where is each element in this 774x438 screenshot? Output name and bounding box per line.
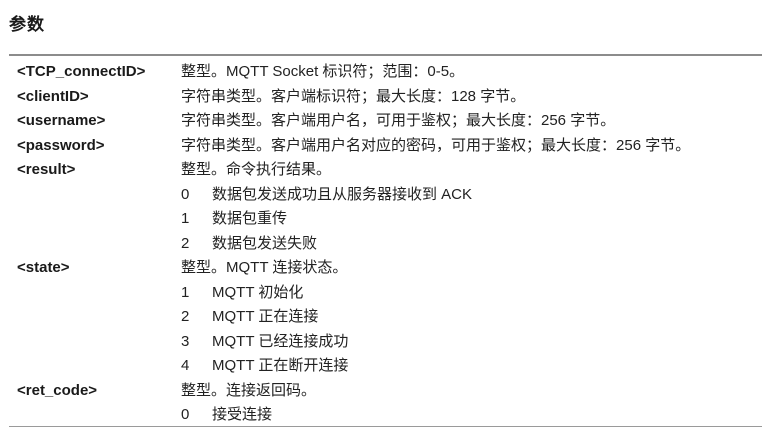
param-row-password: <password> 字符串类型。客户端用户名对应的密码，可用于鉴权；最大长度：… [0,134,774,159]
param-name: <state> [17,259,70,276]
value-code: 2 [181,234,190,252]
param-value-item: 0 数据包发送成功且从服务器接收到 ACK [181,183,774,208]
param-row-tcp-connectid: <TCP_connectID> 整型。MQTT Socket 标识符；范围：0-… [0,60,774,85]
value-text: MQTT 初始化 [212,283,304,301]
value-text: 数据包重传 [212,210,288,227]
param-value-item: 0 接受连接 [181,403,774,428]
param-row-username: <username> 字符串类型。客户端用户名，可用于鉴权；最大长度：256 字… [0,109,774,134]
value-code: 1 [181,210,190,227]
param-value-item: 2 数据包发送失败 [181,232,774,257]
param-value-item: 1 数据包重传 [181,207,774,232]
value-code: 2 [181,308,190,325]
section-title: 参数 [9,15,45,34]
param-value-item: 3 MQTT 已经连接成功 [181,330,774,355]
param-name: <clientID> [17,87,89,105]
param-description: 字符串类型。客户端用户名对应的密码，可用于鉴权；最大长度：256 字节。 [181,136,691,154]
param-description: 整型。MQTT 连接状态。 [181,259,348,276]
param-description: 字符串类型。客户端标识符；最大长度：128 字节。 [181,87,526,105]
param-row-state: <state> 整型。MQTT 连接状态。 1 MQTT 初始化 2 MQTT 正在… [0,256,774,379]
param-row-ret-code: <ret_code> 整型。连接返回码。 0 接受连接 [0,379,774,428]
value-code: 4 [181,357,190,374]
value-text: 数据包发送失败 [212,234,318,252]
param-description: 字符串类型。客户端用户名，可用于鉴权；最大长度：256 字节。 [181,112,616,129]
param-name: <result> [17,161,76,178]
value-code: 0 [181,185,190,203]
param-row-clientid: <clientID> 字符串类型。客户端标识符；最大长度：128 字节。 [0,85,774,110]
value-code: 3 [181,332,190,350]
param-value-item: 2 MQTT 正在连接 [181,305,774,330]
value-code: 0 [181,406,190,423]
param-description: 整型。命令执行结果。 [181,161,332,178]
value-text: MQTT 已经连接成功 [212,332,349,350]
value-text: 接受连接 [212,406,273,423]
param-name: <ret_code> [17,381,98,399]
param-description: 整型。连接返回码。 [181,381,317,399]
value-text: MQTT 正在连接 [212,308,319,325]
param-row-result: <result> 整型。命令执行结果。 0 数据包发送成功且从服务器接收到 ACK… [0,158,774,256]
param-name: <username> [17,112,106,129]
param-value-item: 4 MQTT 正在断开连接 [181,354,774,379]
param-value-item: 1 MQTT 初始化 [181,281,774,306]
table-top-rule [9,54,762,56]
param-name: <password> [17,136,105,154]
value-code: 1 [181,283,190,301]
value-text: MQTT 正在断开连接 [212,357,349,374]
param-name: <TCP_connectID> [17,63,146,80]
table-bottom-rule [9,426,762,427]
value-text: 数据包发送成功且从服务器接收到 ACK [212,185,473,203]
parameter-table: <TCP_connectID> 整型。MQTT Socket 标识符；范围：0-… [0,60,774,428]
param-description: 整型。MQTT Socket 标识符；范围：0-5。 [181,63,465,80]
